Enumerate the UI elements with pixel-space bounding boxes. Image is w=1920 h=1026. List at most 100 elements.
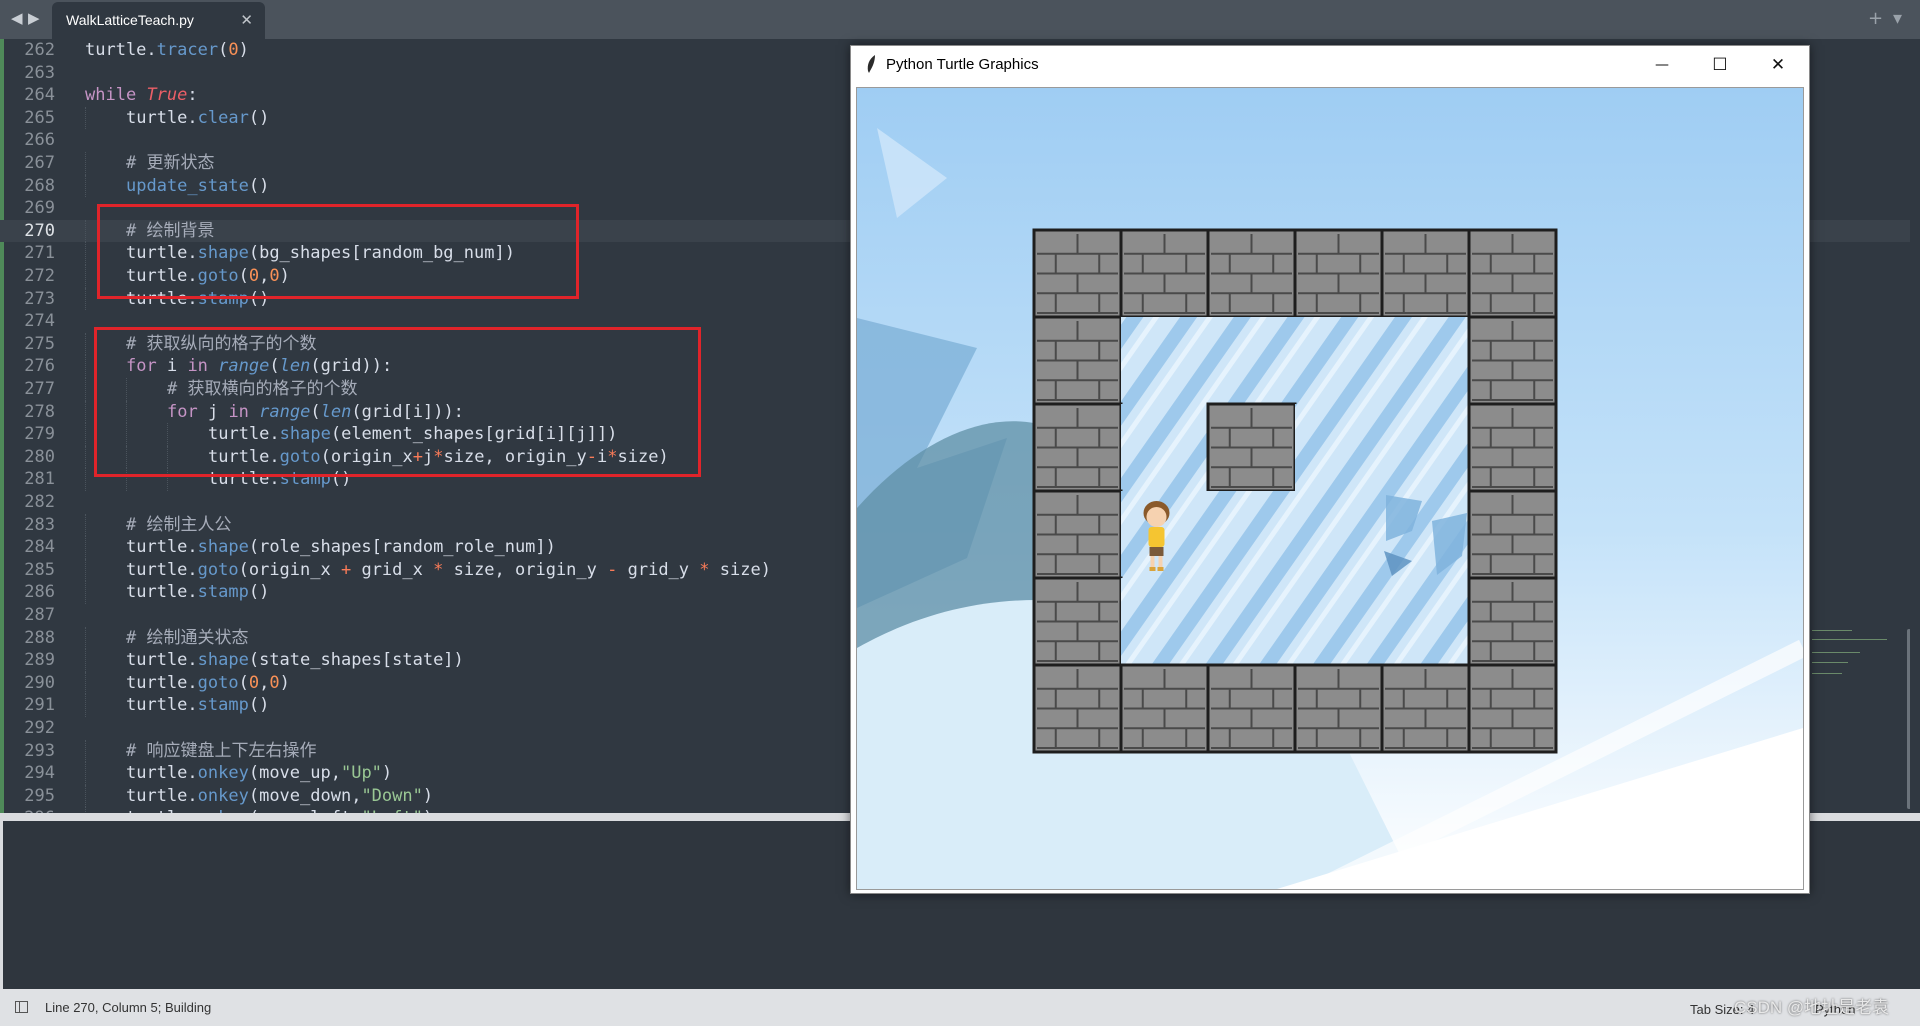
brick-wall-tile (1467, 489, 1558, 580)
highlight-box-background (97, 204, 579, 299)
brick-wall-tile (1467, 228, 1558, 319)
line-number: 291 (24, 695, 55, 716)
indent-guide (85, 174, 86, 198)
indent-guide (85, 784, 86, 808)
brick-wall-tile (1380, 228, 1471, 319)
indent-guide (85, 378, 86, 401)
line-code: turtle.onkey(move_up,"Up") (126, 763, 393, 784)
line-number: 292 (24, 718, 55, 738)
line-number: 263 (24, 62, 55, 83)
goal-cracked-ice-tile (1382, 491, 1469, 578)
brick-wall-tile (1032, 663, 1123, 754)
editor-scrollbar[interactable] (1907, 629, 1910, 809)
turtle-canvas[interactable] (856, 87, 1804, 890)
line-number: 283 (24, 514, 55, 535)
tab-back-icon[interactable]: ◀ (11, 9, 23, 27)
line-number: 288 (24, 627, 55, 648)
line-number: 277 (24, 379, 55, 399)
close-icon: ✕ (1770, 54, 1786, 75)
ice-floor-tile (1295, 578, 1382, 665)
indent-guide (85, 581, 86, 604)
line-number: 270 (24, 220, 55, 241)
indent-guide (85, 445, 86, 469)
minimize-icon: — (1655, 56, 1669, 73)
feather-icon (867, 55, 875, 73)
tab-close-icon[interactable]: ✕ (240, 11, 253, 29)
line-code: turtle.shape(state_shapes[state]) (126, 650, 464, 671)
minimize-button[interactable]: — (1633, 46, 1691, 83)
line-number: 271 (24, 243, 55, 264)
line-number: 272 (24, 266, 55, 286)
ice-floor-tile (1208, 491, 1295, 578)
indent-guide (85, 739, 86, 763)
turtle-window-titlebar[interactable]: Python Turtle Graphics — ☐ ✕ (851, 46, 1809, 83)
indent-guide (85, 400, 86, 424)
line-number: 265 (24, 107, 55, 128)
tab-walklatticeteach[interactable]: WalkLatticeTeach.py ✕ (52, 2, 265, 39)
line-number: 287 (24, 605, 55, 625)
line-number: 290 (24, 672, 55, 693)
line-number: 281 (24, 469, 55, 490)
maximize-button[interactable]: ☐ (1691, 46, 1749, 83)
indent-guide (85, 355, 86, 378)
line-code: turtle.stamp() (126, 582, 270, 603)
line-number: 294 (24, 763, 55, 784)
new-tab-icon[interactable]: + (1868, 8, 1883, 29)
line-code: update_state() (126, 175, 270, 196)
tab-label: WalkLatticeTeach.py (66, 12, 194, 28)
line-number: 286 (24, 582, 55, 603)
brick-wall-tile (1467, 576, 1558, 667)
line-code: # 响应键盘上下左右操作 (126, 740, 317, 761)
line-number: 275 (24, 333, 55, 354)
ice-floor-tile (1121, 317, 1208, 404)
ice-floor-tile (1295, 491, 1382, 578)
watermark: CSDN @地址是老袁 (1734, 998, 1890, 1017)
line-number: 295 (24, 785, 55, 806)
line-code: turtle.onkey(move_down,"Down") (126, 785, 434, 806)
indent-guide (85, 265, 86, 288)
toggle-panel-icon[interactable] (15, 1001, 28, 1013)
brick-wall-tile (1380, 663, 1471, 754)
line-code: turtle.shape(role_shapes[random_role_num… (126, 537, 556, 558)
tab-bar: ◀ ▶ WalkLatticeTeach.py ✕ + ▾ (0, 0, 1920, 39)
brick-wall-tile (1032, 402, 1123, 493)
line-number: 285 (24, 559, 55, 580)
line-number: 279 (24, 424, 55, 445)
line-code: turtle.goto(origin_x + grid_x * size, or… (126, 559, 771, 580)
indent-guide (85, 242, 86, 265)
indent-guide (85, 762, 86, 785)
brick-wall-tile (1032, 228, 1123, 319)
line-number: 266 (24, 130, 55, 151)
status-position: Line 270, Column 5; Building (45, 1000, 212, 1015)
tab-forward-icon[interactable]: ▶ (28, 9, 40, 27)
status-bar: Line 270, Column 5; Building Tab Size: 4… (0, 989, 1920, 1026)
line-number: 274 (24, 311, 55, 332)
line-number: 273 (24, 288, 55, 309)
close-button[interactable]: ✕ (1749, 46, 1807, 83)
line-number: 282 (24, 492, 55, 512)
line-code: while True: (85, 85, 198, 106)
ice-floor-tile (1121, 404, 1208, 491)
brick-wall-tile (1119, 663, 1210, 754)
ice-floor-tile (1382, 578, 1469, 665)
indent-guide (85, 468, 86, 491)
indent-guide (85, 106, 86, 130)
tab-menu-icon[interactable]: ▾ (1893, 8, 1902, 29)
brick-wall-tile (1032, 489, 1123, 580)
line-code: turtle.clear() (126, 107, 270, 128)
indent-guide (85, 536, 86, 559)
line-number: 289 (24, 650, 55, 671)
line-code: turtle.goto(0,0) (126, 672, 290, 693)
indent-guide (85, 626, 86, 650)
brick-wall-tile (1293, 663, 1384, 754)
indent-guide (85, 287, 86, 311)
indent-guide (85, 671, 86, 695)
brick-wall-tile (1032, 576, 1123, 667)
indent-guide (85, 513, 86, 537)
turtle-window-title: Python Turtle Graphics (886, 56, 1039, 73)
brick-wall-tile (1293, 228, 1384, 319)
lattice-grid (1032, 228, 1558, 754)
brick-wall-tile (1206, 402, 1297, 493)
turtle-graphics-window[interactable]: Python Turtle Graphics — ☐ ✕ (850, 45, 1810, 894)
ice-floor-tile (1382, 404, 1469, 491)
